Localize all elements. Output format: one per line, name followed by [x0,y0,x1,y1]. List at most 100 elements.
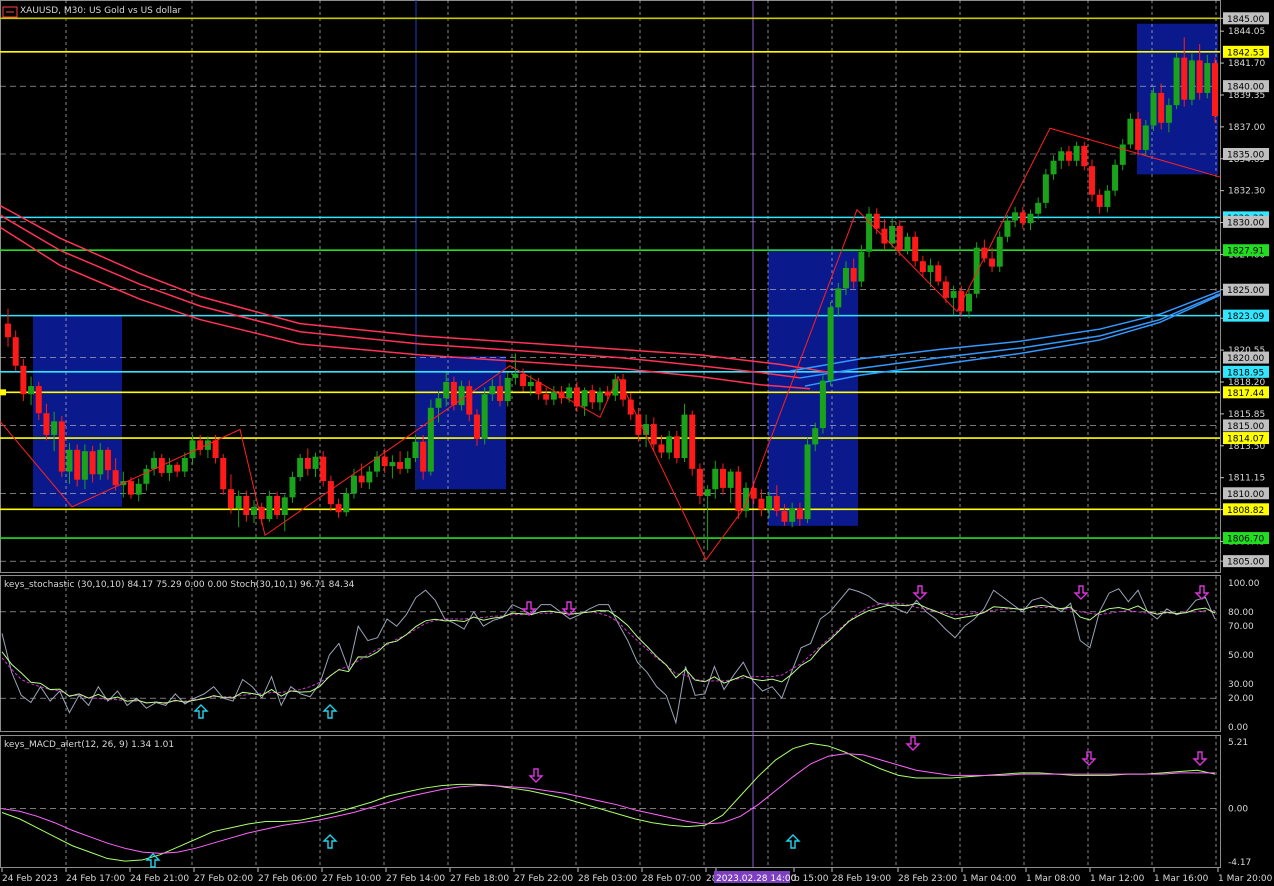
candle-body [1096,194,1103,207]
stochastic-sell-arrow-icon-shape [912,585,928,600]
price-level-label: 1805.00 [1227,558,1264,568]
macd-buy-arrow-icon [785,834,801,849]
candle-body [497,386,504,401]
candle-body [804,444,811,520]
time-tick-label: 27 Feb 02:00 [194,874,253,884]
candle-body [97,449,104,475]
candle-body [927,265,934,273]
time-tick-label: 24 Feb 2023 [2,874,58,884]
candle-body [1042,174,1049,203]
time-tick-label: 28 Feb 07:00 [642,874,701,884]
candle-body [1027,213,1034,224]
chart-canvas[interactable]: 1845.001844.051841.701839.351837.001834.… [0,0,1274,886]
time-tick-label: 27 Feb 22:00 [514,874,573,884]
candle-body [243,496,250,515]
candle-body [12,337,19,366]
price-level-label: 1845.00 [1227,15,1264,25]
macd-sell-arrow-icon [1081,751,1097,766]
price-tick-label: 1844.05 [1228,27,1265,37]
candle-body [1158,92,1165,123]
candle-body [1088,166,1095,195]
macd-tick-label: 5.21 [1228,738,1248,748]
time-tick-label: 27 Feb 14:00 [386,874,445,884]
candle-body [304,458,311,469]
stochastic-tick-label: 80.00 [1228,608,1254,618]
stochastic-buy-arrow-icon-shape [322,704,338,719]
candle-body [827,307,834,381]
candle-body [1081,145,1088,167]
price-level-label: 1825.00 [1227,286,1264,296]
stochastic-tick-label: 70.00 [1228,622,1254,632]
moving-average-blue [799,293,1221,379]
moving-average-red [0,204,831,374]
candle-body [1165,105,1172,123]
candle-body [689,414,696,469]
candle-body [1142,125,1149,150]
candle-body [20,365,27,395]
candle-body [812,428,819,445]
candle-body [1119,144,1126,165]
price-tick-label: 1832.30 [1228,187,1265,197]
candle-body [1019,212,1026,224]
candle-body [758,498,765,510]
candle-body [919,261,926,273]
time-tick-label: 1 Mar 20:00 [1218,874,1273,884]
candle-body [235,496,242,509]
price-level-label: 1818.95 [1227,368,1264,378]
candle-body [427,407,434,472]
candle-body [473,414,480,439]
candle-body [643,424,650,435]
price-level-label: 1814.07 [1227,435,1264,445]
candle-body [251,506,258,515]
candle-body [297,458,304,477]
price-tick-label: 1841.70 [1228,59,1265,69]
candle-body [566,387,573,399]
candle-body [466,386,473,415]
candle-body [712,468,719,490]
price-level-label: 1827.91 [1227,247,1264,257]
candle-body [366,471,373,483]
candle-body [658,444,665,453]
stochastic-sell-arrow-icon-shape [1073,585,1089,600]
candle-body [650,424,657,445]
price-level-label: 1842.53 [1227,48,1264,58]
macd-main-line [1,742,1216,862]
candle-body [281,497,288,515]
candle-body [481,394,488,439]
candle-body [358,475,365,483]
time-tick-label: b 15:00 [794,874,829,884]
macd-title: keys_MACD_alert(12, 26, 9) 1.34 1.01 [4,740,175,750]
candle-body [320,456,327,482]
candle-body [35,386,42,414]
macd-tick-label: -4.17 [1228,858,1251,868]
candle-body [289,477,296,498]
stochastic-sell-arrow-icon [1073,585,1089,600]
candle-body [58,421,65,472]
price-tick-label: 1815.85 [1228,410,1265,420]
candle-body [873,213,880,229]
candle-body [543,394,550,400]
macd-sell-arrow-icon-shape [905,736,921,751]
candle-body [958,291,965,312]
candle-body [181,458,188,472]
candle-body [504,377,511,401]
candle-body [1135,118,1142,150]
candle-body [350,475,357,494]
candle-body [1004,220,1011,237]
candle-body [112,470,119,486]
macd-buy-arrow-icon [322,834,338,849]
time-tick-label: 1 Mar 08:00 [1026,874,1081,884]
candle-body [227,489,234,509]
candle-body [1173,57,1180,106]
macd-sell-arrow-icon-shape [1192,751,1208,766]
candle-body [889,225,896,244]
candle-body [512,373,519,378]
candle-body [942,281,949,298]
candle-body [81,451,88,480]
candle-body [412,441,419,458]
candle-body [996,236,1003,267]
candle-body [666,436,673,453]
price-level-label: 1823.09 [1227,312,1264,322]
candle-body [896,225,903,251]
candle-body [704,489,711,496]
